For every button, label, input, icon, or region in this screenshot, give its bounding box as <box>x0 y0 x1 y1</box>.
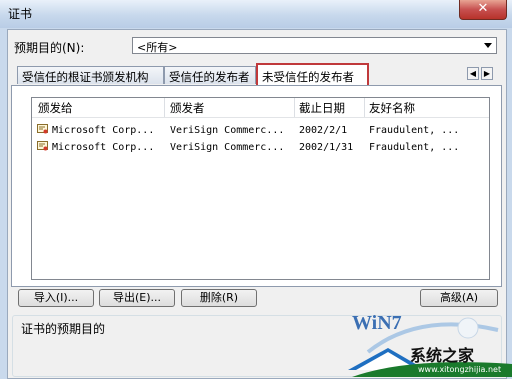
certificate-list[interactable]: 颁发给 颁发者 截止日期 友好名称 Microsoft Corp... Veri… <box>31 97 490 280</box>
column-divider[interactable] <box>164 98 165 117</box>
cell-issued-by: VeriSign Commerc... <box>170 125 285 136</box>
export-button[interactable]: 导出(E)... <box>99 289 175 307</box>
tab-scroll-right-button[interactable]: ▶ <box>481 67 493 80</box>
watermark-logo-text: WiN7 <box>352 312 402 334</box>
certificate-icon <box>37 141 48 151</box>
close-button[interactable]: ✕ <box>459 0 507 20</box>
purpose-label: 预期目的(N): <box>14 41 85 55</box>
intended-purposes-title: 证书的预期目的 <box>19 320 108 337</box>
title-bar: 证书 ✕ <box>0 0 512 28</box>
arrow-left-icon: ◀ <box>469 69 477 78</box>
chevron-down-icon <box>484 43 492 48</box>
cell-friendly-name: Fraudulent, ... <box>369 125 460 136</box>
tab-untrusted-publishers[interactable]: 未受信任的发布者 <box>256 63 369 85</box>
tab-trusted-publishers[interactable]: 受信任的发布者 <box>164 66 256 84</box>
remove-button[interactable]: 删除(R) <box>181 289 257 307</box>
close-icon: ✕ <box>477 1 489 16</box>
certificate-icon <box>37 124 48 134</box>
header-divider <box>32 117 489 118</box>
import-button[interactable]: 导入(I)... <box>18 289 94 307</box>
column-header-issued-by[interactable]: 颁发者 <box>170 100 205 116</box>
column-divider[interactable] <box>294 98 295 117</box>
watermark-url: www.xitongzhijia.net <box>418 365 502 374</box>
window-title: 证书 <box>8 7 33 21</box>
watermark-site-name: 系统之家 <box>410 346 475 365</box>
cell-expiration: 2002/1/31 <box>299 142 354 153</box>
cell-issued-by: VeriSign Commerc... <box>170 142 285 153</box>
column-divider[interactable] <box>364 98 365 117</box>
cell-expiration: 2002/2/1 <box>299 125 348 136</box>
site-watermark: WiN7 系统之家 www.xitongzhijia.net <box>348 312 512 377</box>
tab-trusted-root-ca[interactable]: 受信任的根证书颁发机构 <box>17 66 164 84</box>
cell-issued-to: Microsoft Corp... <box>52 142 155 153</box>
tab-scroll-left-button[interactable]: ◀ <box>467 67 479 80</box>
purpose-select-value: <所有> <box>137 41 178 54</box>
column-header-issued-to[interactable]: 颁发给 <box>38 100 73 116</box>
column-header-friendly-name[interactable]: 友好名称 <box>369 100 415 116</box>
column-header-expiration[interactable]: 截止日期 <box>299 100 345 116</box>
advanced-button[interactable]: 高级(A) <box>420 289 498 307</box>
cell-issued-to: Microsoft Corp... <box>52 125 155 136</box>
arrow-right-icon: ▶ <box>483 69 491 78</box>
cell-friendly-name: Fraudulent, ... <box>369 142 460 153</box>
purpose-select[interactable]: <所有> <box>132 37 497 54</box>
